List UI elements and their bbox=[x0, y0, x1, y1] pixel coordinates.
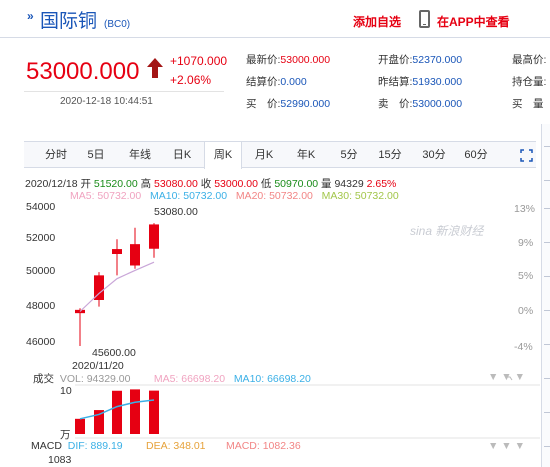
max-price-label: 53080.00 bbox=[154, 206, 198, 218]
volume-bar[interactable] bbox=[75, 418, 85, 434]
macd-legend: MACD DIF: 889.19 DEA: 348.01 MACD: 1082.… bbox=[31, 440, 301, 452]
volume-bar[interactable] bbox=[112, 390, 122, 434]
macd-scroll-arrows-icon[interactable]: ▼ ▼ ▼ bbox=[488, 440, 525, 452]
volume-legend: 成交 VOL: 94329.00 MA5: 66698.20 MA10: 666… bbox=[33, 373, 311, 385]
vol-scale-top: 10 bbox=[60, 385, 72, 397]
kline-chart[interactable] bbox=[0, 0, 550, 467]
volume-bar[interactable] bbox=[149, 390, 159, 434]
candle-body[interactable] bbox=[130, 244, 140, 266]
macd-scale-top: 1083 bbox=[48, 454, 72, 466]
candle-body[interactable] bbox=[112, 249, 122, 254]
candle-body[interactable] bbox=[149, 224, 159, 249]
volume-bar[interactable] bbox=[130, 389, 140, 434]
min-price-label: 45600.00 bbox=[92, 347, 136, 359]
vol-scroll-arrows-icon[interactable]: ▼ ▼ ▼ bbox=[488, 371, 525, 383]
